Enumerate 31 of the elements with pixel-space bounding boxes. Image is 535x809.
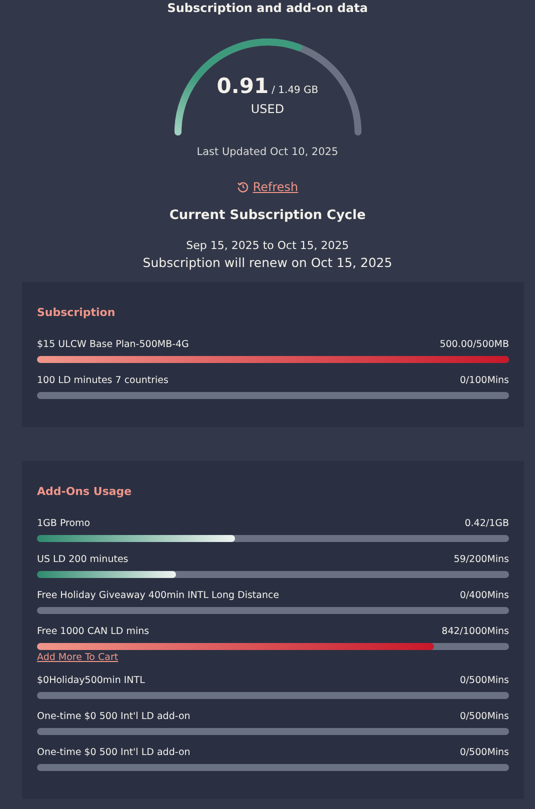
item-name: One-time $0 500 Int'l LD add-on: [37, 711, 190, 722]
history-icon[interactable]: [236, 181, 249, 193]
item-name: Free 1000 CAN LD mins: [37, 626, 150, 637]
item-name: US LD 200 minutes: [37, 554, 128, 565]
section-heading: Subscription: [37, 306, 116, 319]
used-label: USED: [250, 102, 284, 116]
item-usage: 0/100Mins: [460, 375, 509, 386]
add-to-cart-link[interactable]: Add More To Cart: [37, 652, 509, 663]
item-usage: 500.00/500MB: [440, 339, 509, 350]
cycle-heading: Current Subscription Cycle: [169, 208, 366, 223]
used-amount: 0.91: [216, 74, 269, 98]
item-usage: 0/500Mins: [460, 675, 509, 686]
last-updated: Last Updated Oct 10, 2025: [196, 146, 338, 158]
total-amount: / 1.49 GB: [272, 85, 318, 96]
item-usage: 0/500Mins: [460, 711, 509, 722]
item-usage: 842/1000Mins: [442, 626, 509, 637]
page-title: Subscription and add-on data: [167, 1, 368, 15]
section-heading: Add-Ons Usage: [37, 485, 133, 498]
item-usage: 59/200Mins: [454, 554, 509, 565]
refresh-link[interactable]: Refresh: [252, 180, 298, 194]
item-name: Free Holiday Giveaway 400min INTL Long Distance: [37, 590, 280, 601]
item-name: 1GB Promo: [37, 518, 90, 529]
renewal-text: Subscription will renew on Oct 15, 2025: [142, 255, 392, 270]
item-name: One-time $0 500 Int'l LD add-on: [37, 747, 190, 758]
item-name: $15 ULCW Base Plan-500MB-4G: [37, 339, 189, 350]
item-usage: 0/400Mins: [460, 590, 509, 601]
cycle-dates: Sep 15, 2025 to Oct 15, 2025: [186, 239, 349, 252]
item-usage: 0/500Mins: [460, 747, 509, 758]
item-name: 100 LD minutes 7 countries: [37, 375, 168, 386]
item-usage: 0.42/1GB: [464, 518, 509, 529]
item-name: $0Holiday500min INTL: [37, 675, 145, 686]
